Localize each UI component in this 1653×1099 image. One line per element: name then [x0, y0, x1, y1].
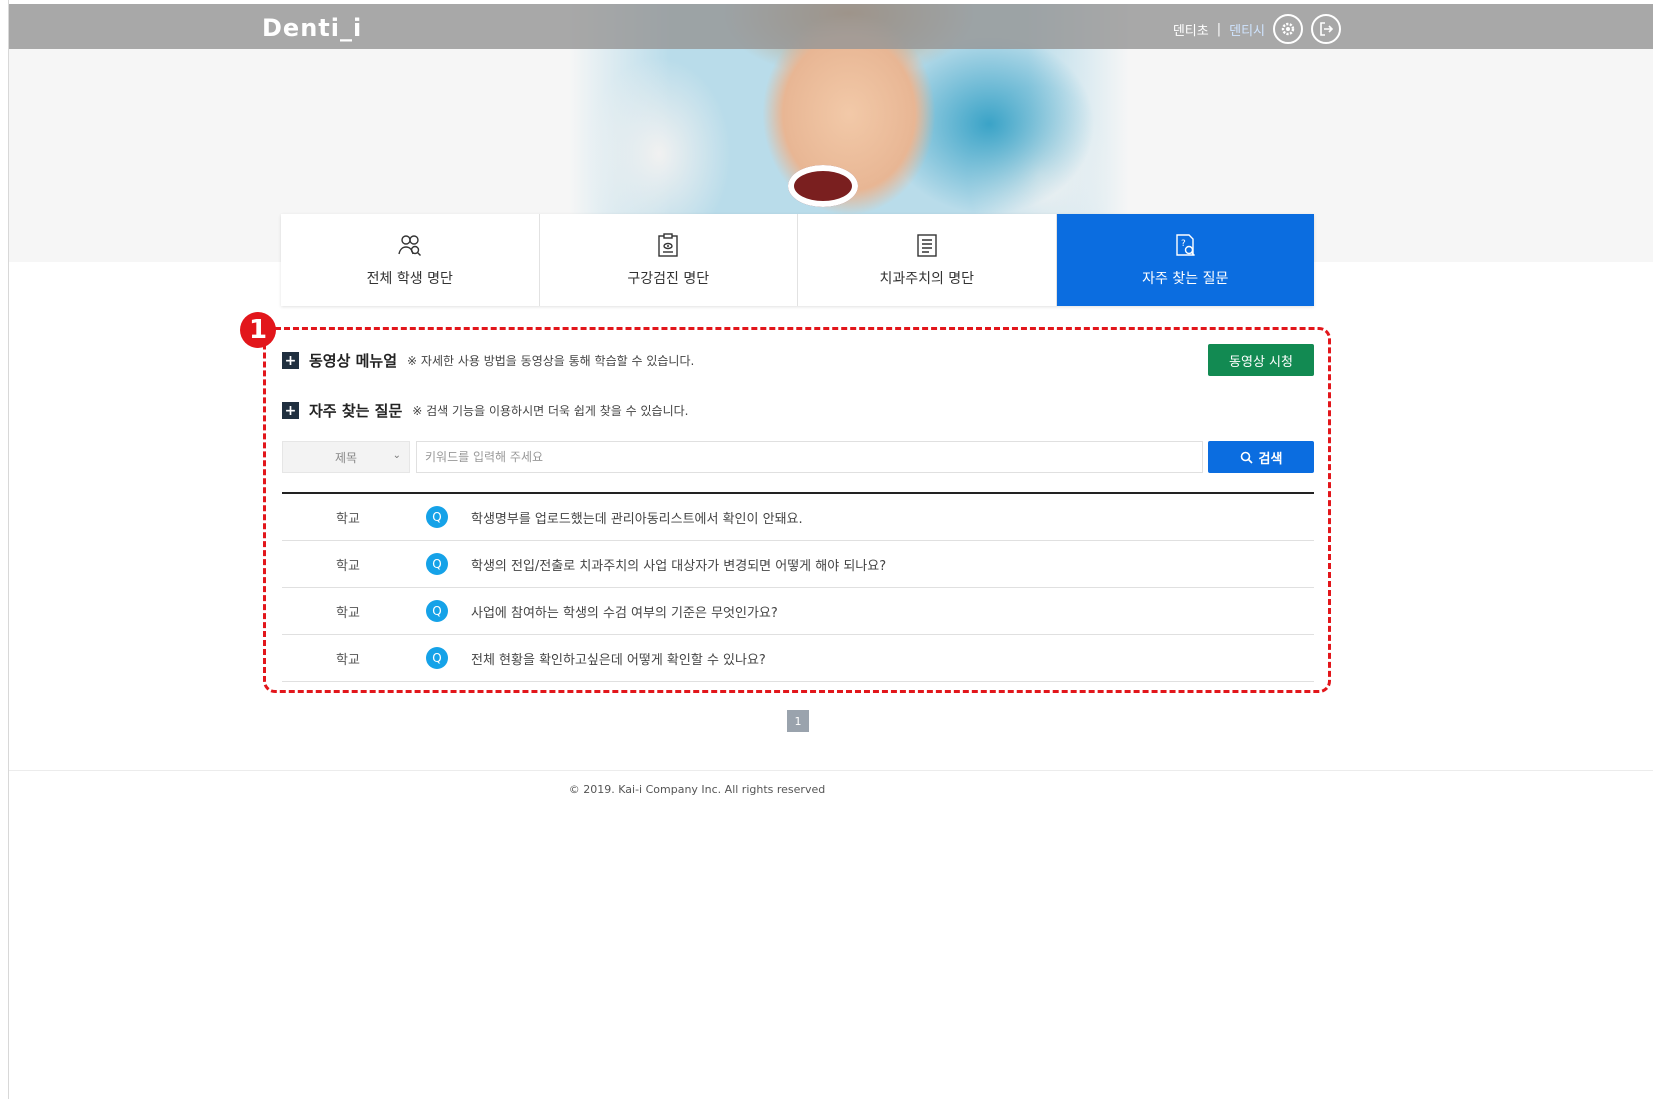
- tab-faq[interactable]: ? 자주 찾는 질문: [1056, 214, 1314, 306]
- faq-item[interactable]: 학교 Q 사업에 참여하는 학생의 수검 여부의 기준은 무엇인가요?: [282, 588, 1314, 635]
- search-input[interactable]: 키워드를 입력해 주세요: [416, 441, 1203, 473]
- faq-note: ※ 검색 기능을 이용하시면 더욱 쉽게 찾을 수 있습니다.: [412, 404, 689, 418]
- search-button[interactable]: 검색: [1208, 441, 1314, 473]
- main-tabs: 전체 학생 명단 구강검진 명단 치과주치의 명단 ? 자주 찾는 질문: [281, 214, 1314, 306]
- tab-label: 전체 학생 명단: [366, 271, 453, 287]
- search-bar: 제목 ⌄ 키워드를 입력해 주세요 검색: [282, 441, 1314, 473]
- tab-label: 자주 찾는 질문: [1142, 271, 1229, 287]
- search-icon: [1240, 451, 1253, 464]
- faq-header: + 자주 찾는 질문 ※ 검색 기능을 이용하시면 더욱 쉽게 찾을 수 있습니…: [282, 400, 688, 421]
- question-icon: Q: [426, 600, 448, 622]
- watch-video-button[interactable]: 동영상 시청: [1208, 344, 1314, 376]
- search-type-select[interactable]: 제목 ⌄: [282, 441, 410, 473]
- annotation-badge: 1: [240, 312, 276, 348]
- faq-item[interactable]: 학교 Q 학생명부를 업로드했는데 관리아동리스트에서 확인이 안돼요.: [282, 494, 1314, 541]
- logo[interactable]: Denti_i: [262, 14, 362, 42]
- faq-category: 학교: [336, 558, 360, 574]
- clipboard-icon: [658, 233, 678, 257]
- gear-icon[interactable]: [1273, 14, 1303, 44]
- plus-icon: +: [282, 352, 299, 369]
- page-left-border: [0, 0, 9, 1099]
- tab-oral-exam[interactable]: 구강검진 명단: [540, 214, 798, 306]
- question-icon: Q: [426, 647, 448, 669]
- faq-item[interactable]: 학교 Q 학생의 전입/전출로 치과주치의 사업 대상자가 변경되면 어떻게 해…: [282, 541, 1314, 588]
- faq-title: 자주 찾는 질문: [309, 402, 403, 420]
- faq-item[interactable]: 학교 Q 전체 현황을 확인하고싶은데 어떻게 확인할 수 있나요?: [282, 635, 1314, 682]
- tab-all-students[interactable]: 전체 학생 명단: [281, 214, 540, 306]
- faq-list: 학교 Q 학생명부를 업로드했는데 관리아동리스트에서 확인이 안돼요. 학교 …: [282, 492, 1314, 682]
- top-navigation-bar: Denti_i 덴티초 | 덴티시: [9, 4, 1653, 49]
- faq-category: 학교: [336, 511, 360, 527]
- document-list-icon: [917, 234, 937, 257]
- faq-category: 학교: [336, 652, 360, 668]
- video-manual-note: ※ 자세한 사용 방법을 동영상을 통해 학습할 수 있습니다.: [407, 354, 695, 368]
- logout-icon[interactable]: [1311, 14, 1341, 44]
- header-actions: 덴티초 | 덴티시: [1173, 14, 1341, 44]
- faq-question[interactable]: 사업에 참여하는 학생의 수검 여부의 기준은 무엇인가요?: [471, 602, 778, 621]
- faq-category: 학교: [336, 605, 360, 621]
- tab-dentist-list[interactable]: 치과주치의 명단: [798, 214, 1057, 306]
- question-icon: Q: [426, 553, 448, 575]
- video-manual-header: + 동영상 메뉴얼 ※ 자세한 사용 방법을 동영상을 통해 학습할 수 있습니…: [282, 350, 694, 371]
- tab-label: 치과주치의 명단: [879, 271, 975, 287]
- footer-copyright: © 2019. Kai-i Company Inc. All rights re…: [568, 783, 826, 796]
- plus-icon: +: [282, 402, 299, 419]
- faq-question[interactable]: 학생의 전입/전출로 치과주치의 사업 대상자가 변경되면 어떻게 해야 되나요…: [471, 555, 886, 574]
- page-number-current[interactable]: 1: [787, 710, 809, 732]
- students-icon: [398, 235, 421, 256]
- chevron-down-icon: ⌄: [392, 450, 401, 461]
- faq-search-icon: ?: [1176, 234, 1196, 256]
- question-icon: Q: [426, 506, 448, 528]
- search-button-label: 검색: [1258, 451, 1283, 467]
- link-dentisi[interactable]: 덴티시: [1229, 20, 1265, 39]
- tab-label: 구강검진 명단: [627, 271, 710, 287]
- faq-question[interactable]: 전체 현황을 확인하고싶은데 어떻게 확인할 수 있나요?: [471, 649, 766, 668]
- svg-text:?: ?: [1181, 239, 1186, 249]
- footer-divider: [9, 770, 1653, 771]
- video-manual-title: 동영상 메뉴얼: [309, 352, 398, 370]
- hero-image-detail: [788, 165, 858, 207]
- faq-question[interactable]: 학생명부를 업로드했는데 관리아동리스트에서 확인이 안돼요.: [471, 508, 803, 527]
- header-separator: |: [1216, 21, 1222, 37]
- link-dentice[interactable]: 덴티초: [1173, 20, 1209, 39]
- select-value: 제목: [334, 450, 358, 465]
